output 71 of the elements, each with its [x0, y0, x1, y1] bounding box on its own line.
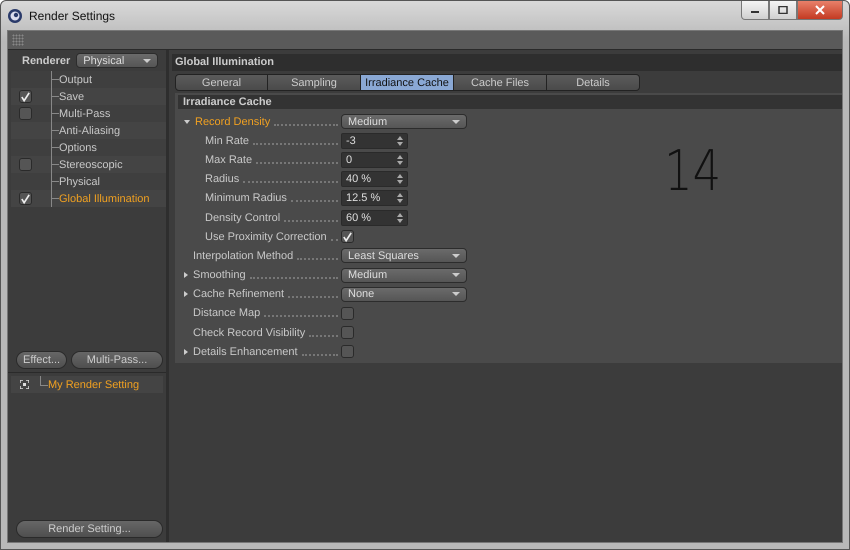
sidebar-item[interactable]: Save: [59, 90, 84, 102]
maximize-icon: [778, 6, 788, 14]
minimize-button[interactable]: [741, 1, 769, 20]
app-icon: [7, 8, 23, 24]
checkbox[interactable]: [19, 158, 32, 171]
handwritten-number: 14: [664, 142, 722, 202]
param-label: Radius: [205, 173, 240, 186]
caret-icon: [452, 120, 460, 124]
dropdown[interactable]: Least Squares: [341, 248, 467, 264]
param-label: Details Enhancement: [193, 346, 298, 358]
spinner-icon: [397, 174, 403, 184]
sidebar-item[interactable]: Physical: [59, 176, 100, 188]
maximize-button[interactable]: [769, 1, 797, 20]
param-label: Record Density: [195, 116, 270, 128]
param-label: Density Control: [205, 212, 280, 224]
param-label: Check Record Visibility: [193, 326, 306, 339]
checkbox[interactable]: [19, 107, 32, 120]
number-field[interactable]: -3: [341, 132, 408, 149]
spinner-icon: [397, 212, 403, 223]
spinner-icon: [397, 154, 403, 165]
render-setting-button[interactable]: Render Setting...: [16, 520, 163, 538]
checkbox[interactable]: [341, 326, 354, 340]
checkbox[interactable]: [19, 90, 32, 103]
panel-header: Global Illumination: [172, 54, 842, 71]
param-label: Smoothing: [193, 269, 246, 282]
number-field[interactable]: 40 %: [341, 171, 408, 188]
param-label: Use Proximity Correction: [205, 230, 327, 243]
param-label: Min Rate: [205, 134, 250, 147]
tab[interactable]: General: [175, 74, 268, 91]
sidebar-item[interactable]: Multi-Pass: [59, 108, 110, 120]
dropdown[interactable]: Medium: [341, 268, 467, 283]
number-field[interactable]: 12.5 %: [341, 190, 408, 206]
dropdown[interactable]: Medium: [341, 114, 467, 130]
close-button[interactable]: [797, 1, 843, 20]
spinner-icon: [397, 193, 403, 204]
effect-button[interactable]: Effect...: [16, 351, 68, 369]
grip-icon[interactable]: [12, 34, 24, 46]
param-label: Interpolation Method: [193, 250, 294, 262]
checkbox[interactable]: [341, 230, 354, 244]
caret-icon: [452, 292, 460, 296]
renderer-label: Renderer: [22, 54, 70, 66]
checkbox[interactable]: [19, 192, 32, 205]
tab[interactable]: Cache Files: [454, 74, 547, 91]
target-icon: [20, 380, 29, 389]
close-icon: [815, 5, 825, 15]
tab[interactable]: Sampling: [268, 74, 361, 91]
param-label: Max Rate: [205, 154, 252, 166]
param-label: Cache Refinement: [193, 288, 284, 300]
expand-arrow-icon[interactable]: [184, 291, 188, 298]
sidebar-item[interactable]: Options: [59, 142, 97, 154]
renderer-dropdown[interactable]: Physical: [76, 53, 158, 68]
multi-pass-button[interactable]: Multi-Pass...: [71, 351, 163, 369]
dropdown[interactable]: None: [341, 286, 467, 302]
window-title: Render Settings: [29, 8, 116, 22]
checkbox[interactable]: [341, 345, 354, 358]
number-field[interactable]: 0: [341, 152, 408, 168]
expand-arrow-icon[interactable]: [184, 272, 188, 278]
caret-icon: [143, 58, 152, 62]
param-label: Distance Map: [193, 307, 260, 320]
expand-arrow-icon[interactable]: [184, 120, 190, 124]
checkbox[interactable]: [341, 306, 354, 320]
tab[interactable]: Irradiance Cache: [361, 74, 454, 91]
number-field[interactable]: 60 %: [341, 210, 408, 226]
sidebar-item[interactable]: Output: [59, 74, 92, 86]
tab[interactable]: Details: [547, 74, 640, 91]
expand-arrow-icon[interactable]: [184, 348, 188, 355]
caret-icon: [452, 273, 460, 278]
section-header: Irradiance Cache: [178, 95, 842, 109]
caret-icon: [452, 254, 460, 258]
param-label: Minimum Radius: [205, 192, 287, 204]
spinner-icon: [397, 136, 403, 146]
